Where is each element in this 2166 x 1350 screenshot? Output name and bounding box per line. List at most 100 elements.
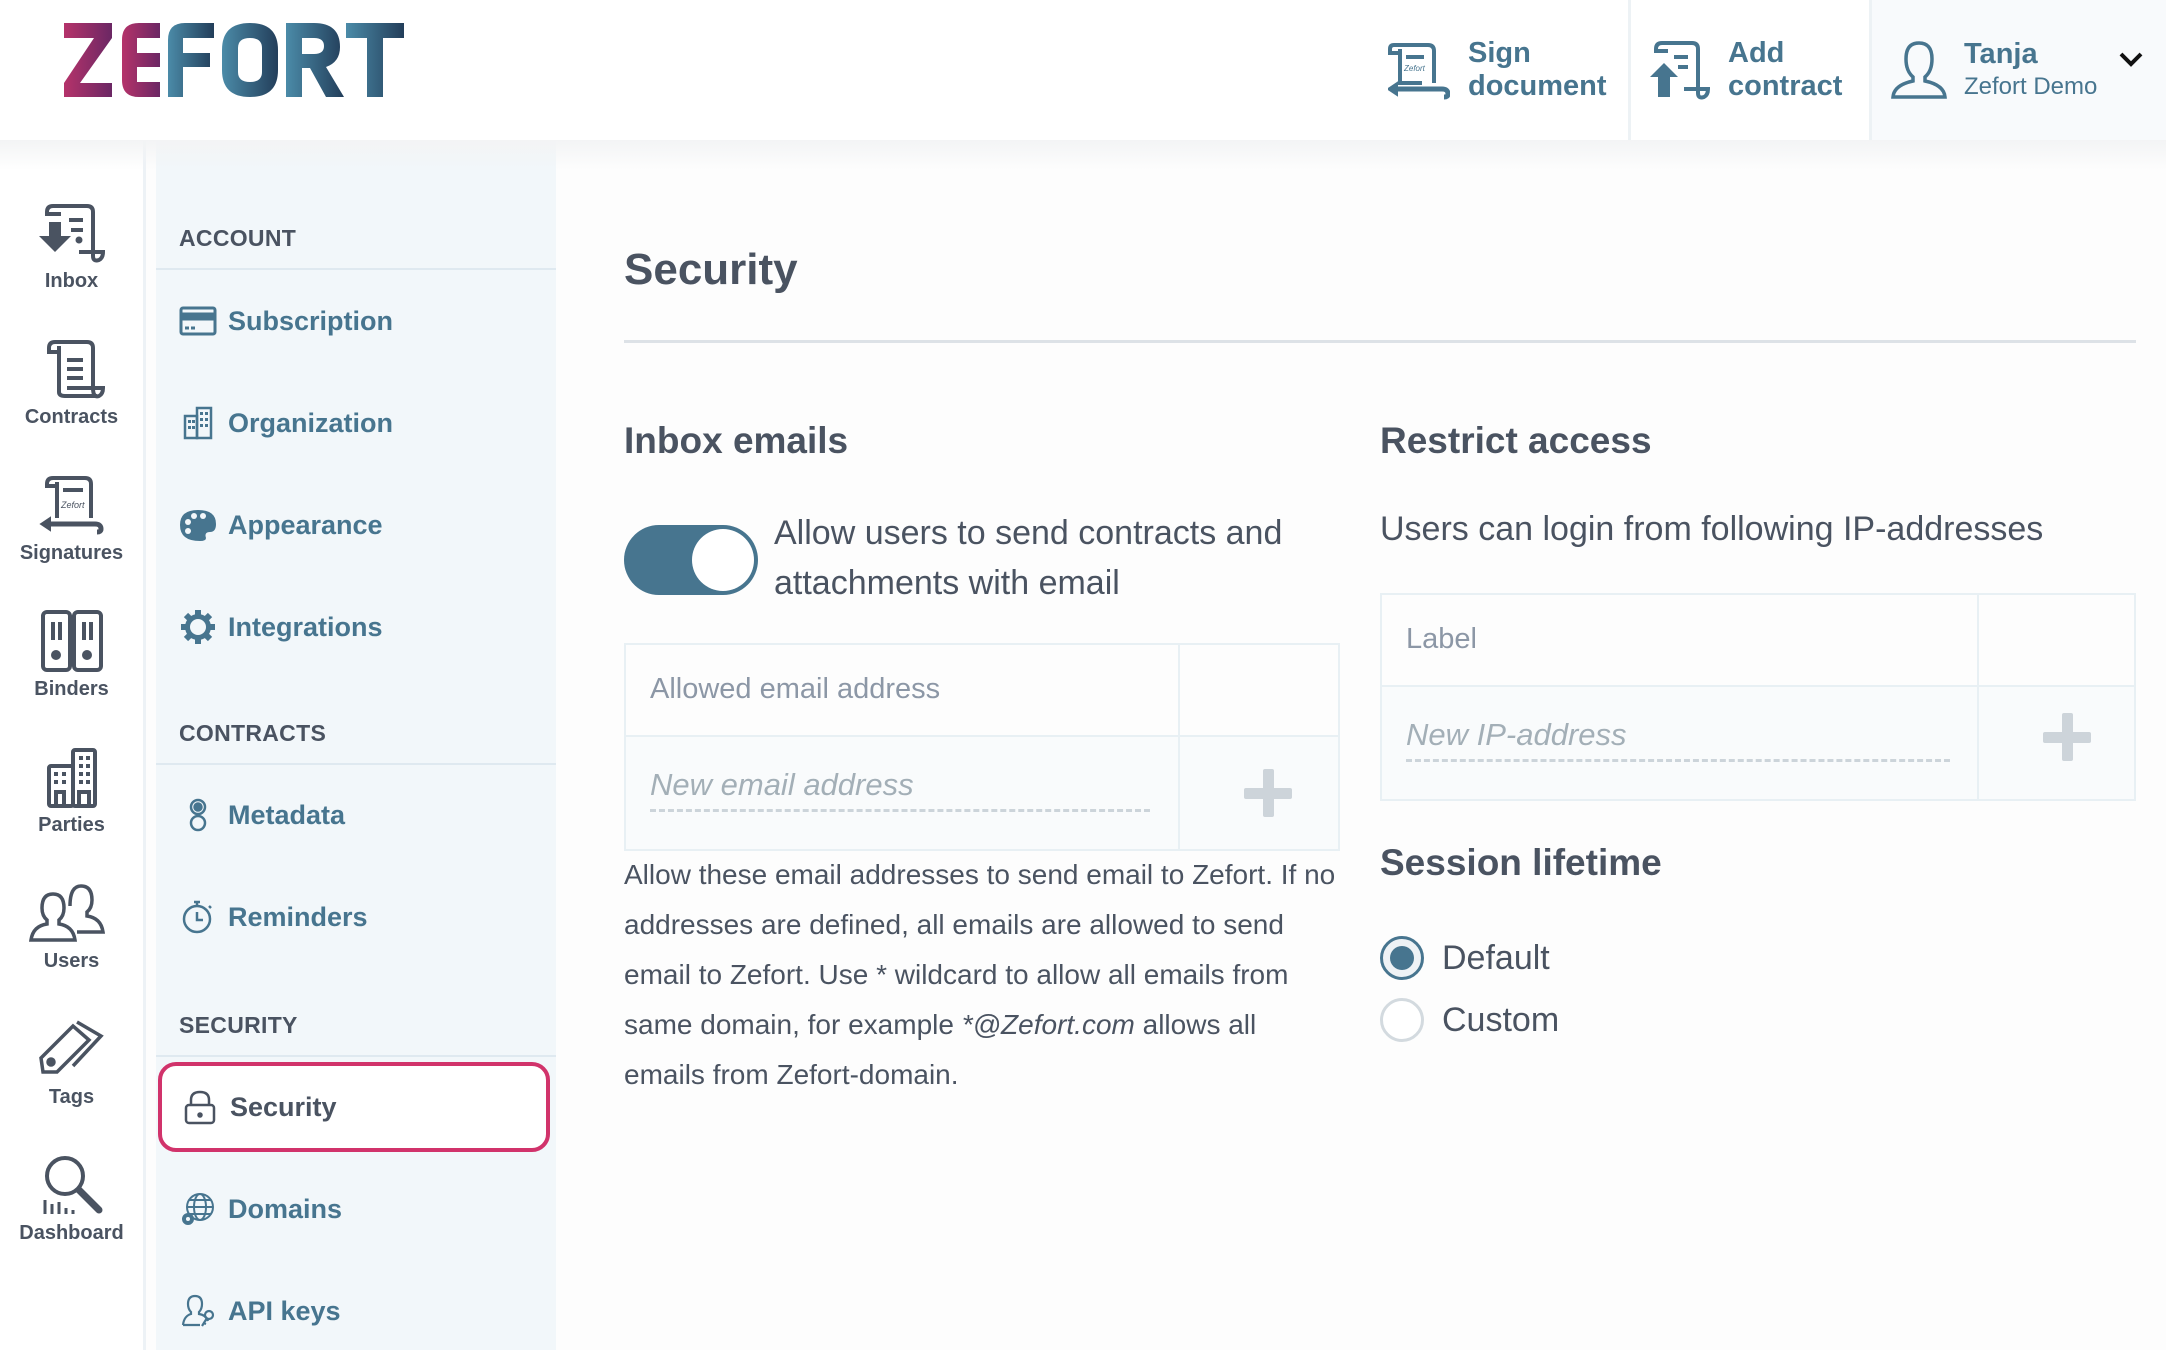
section-title: CONTRACTS — [179, 720, 327, 746]
rail-item-contracts[interactable]: Contracts — [0, 338, 143, 458]
section-title: ACCOUNT — [179, 225, 297, 251]
restrict-access-description: Users can login from following IP-addres… — [1380, 510, 2044, 548]
binders-icon — [40, 610, 103, 672]
nav-item-reminders[interactable]: Reminders — [156, 872, 556, 962]
ip-address-table: Label — [1380, 593, 2136, 801]
nav-label: Subscription — [228, 305, 394, 336]
main-nav-rail: Inbox Contracts Zefort Signatures Binder… — [0, 140, 146, 1350]
session-option-custom[interactable]: Custom — [1380, 998, 1559, 1042]
palette-icon — [180, 510, 216, 541]
allow-email-toggle[interactable] — [624, 525, 758, 595]
new-entry-row — [626, 737, 1338, 849]
sign-document-label-2: document — [1468, 70, 1607, 102]
session-lifetime-heading: Session lifetime — [1380, 842, 1662, 883]
nav-item-api-keys[interactable]: API keys — [156, 1266, 556, 1350]
rail-label: Signatures — [19, 542, 124, 564]
rail-item-dashboard[interactable]: Dashboard — [0, 1154, 143, 1274]
nav-item-organization[interactable]: Organization — [156, 378, 556, 468]
page-title: Security — [624, 245, 798, 294]
nav-item-metadata[interactable]: Metadata — [156, 770, 556, 860]
svg-text:Zefort: Zefort — [60, 500, 85, 510]
nav-label: Integrations — [228, 611, 383, 642]
parties-icon — [46, 748, 97, 808]
new-email-input[interactable] — [650, 767, 1150, 812]
help-example: *@Zefort.com — [961, 1009, 1135, 1040]
rail-label: Contracts — [24, 406, 119, 428]
dashboard-icon — [43, 1156, 102, 1214]
section-header-security: SECURITY — [156, 997, 556, 1057]
column-divider — [1977, 595, 1979, 799]
nav-item-domains[interactable]: Domains — [156, 1164, 556, 1254]
nav-label: API keys — [228, 1295, 341, 1326]
nav-item-integrations[interactable]: Integrations — [156, 582, 556, 672]
nav-label: Reminders — [228, 901, 368, 932]
stopwatch-icon — [182, 900, 212, 934]
user-menu[interactable]: Tanja Zefort Demo — [1872, 0, 2166, 140]
lock-icon — [184, 1090, 216, 1125]
toggle-knob — [692, 529, 754, 591]
radio-button[interactable] — [1380, 998, 1424, 1042]
nav-label: Appearance — [228, 509, 383, 540]
svg-text:Zefort: Zefort — [1403, 64, 1426, 73]
user-key-icon — [181, 1294, 215, 1327]
rail-item-users[interactable]: Users — [0, 882, 143, 1002]
zefort-logo[interactable] — [64, 20, 424, 100]
add-email-button[interactable] — [1238, 763, 1298, 823]
table-header-row: Label — [1382, 595, 2134, 687]
rail-item-binders[interactable]: Binders — [0, 610, 143, 730]
new-ip-input[interactable] — [1406, 717, 1950, 762]
nav-label: Organization — [228, 407, 394, 438]
rail-label: Users — [43, 950, 100, 972]
globe-gear-icon — [182, 1193, 214, 1225]
radio-button[interactable] — [1380, 936, 1424, 980]
rail-item-signatures[interactable]: Zefort Signatures — [0, 474, 143, 594]
session-option-default[interactable]: Default — [1380, 936, 1550, 980]
nav-item-appearance[interactable]: Appearance — [156, 480, 556, 570]
credit-card-icon — [179, 306, 217, 336]
add-contract-button[interactable]: Add contract — [1648, 0, 1868, 140]
allow-email-toggle-label: Allow users to send contracts and attach… — [774, 514, 1283, 602]
title-divider — [624, 340, 2136, 343]
add-contract-label-1: Add — [1728, 37, 1785, 69]
signatures-icon: Zefort — [38, 476, 104, 535]
rail-item-parties[interactable]: Parties — [0, 746, 143, 866]
nav-label: Domains — [228, 1193, 343, 1224]
add-contract-icon — [1650, 41, 1710, 100]
section-header-contracts: CONTRACTS — [156, 705, 556, 765]
user-organization: Zefort Demo — [1964, 72, 2098, 100]
column-divider — [1178, 645, 1180, 849]
column-header: Label — [1406, 623, 1477, 655]
nav-label: Metadata — [228, 799, 346, 830]
nav-item-subscription[interactable]: Subscription — [156, 276, 556, 366]
new-entry-row — [1382, 687, 2134, 799]
radio-label: Custom — [1442, 1000, 1560, 1039]
user-avatar-icon — [1891, 41, 1947, 99]
sign-document-button[interactable]: Zefort Sign document — [1388, 0, 1628, 140]
rail-label: Inbox — [44, 270, 99, 292]
inbox-icon — [38, 204, 105, 263]
chevron-down-icon[interactable] — [2118, 50, 2144, 68]
rail-label: Binders — [34, 678, 109, 700]
metadata-icon — [189, 798, 207, 832]
sign-document-label-1: Sign — [1468, 37, 1531, 69]
contracts-icon — [46, 340, 105, 399]
radio-label: Default — [1442, 938, 1550, 977]
rail-item-tags[interactable]: Tags — [0, 1018, 143, 1138]
user-name: Tanja — [1964, 37, 2038, 70]
add-ip-button[interactable] — [2037, 707, 2097, 767]
nav-item-security[interactable]: Security — [158, 1062, 550, 1152]
settings-nav: ACCOUNT Subscription Organization Appear… — [156, 140, 556, 1350]
rail-label: Dashboard — [19, 1222, 124, 1244]
gear-icon — [181, 610, 215, 644]
inbox-emails-heading: Inbox emails — [624, 420, 849, 461]
top-header: Zefort Sign document Add contract Tanja … — [0, 0, 2166, 140]
add-contract-label-2: contract — [1728, 70, 1843, 102]
sign-document-icon: Zefort — [1388, 43, 1450, 100]
allowed-email-table: Allowed email address — [624, 643, 1340, 851]
rail-item-inbox[interactable]: Inbox — [0, 202, 143, 322]
header-divider — [1628, 0, 1631, 140]
nav-label: Security — [230, 1091, 337, 1122]
building-icon — [183, 406, 213, 440]
section-title: SECURITY — [179, 1012, 298, 1038]
rail-label: Parties — [38, 814, 105, 836]
